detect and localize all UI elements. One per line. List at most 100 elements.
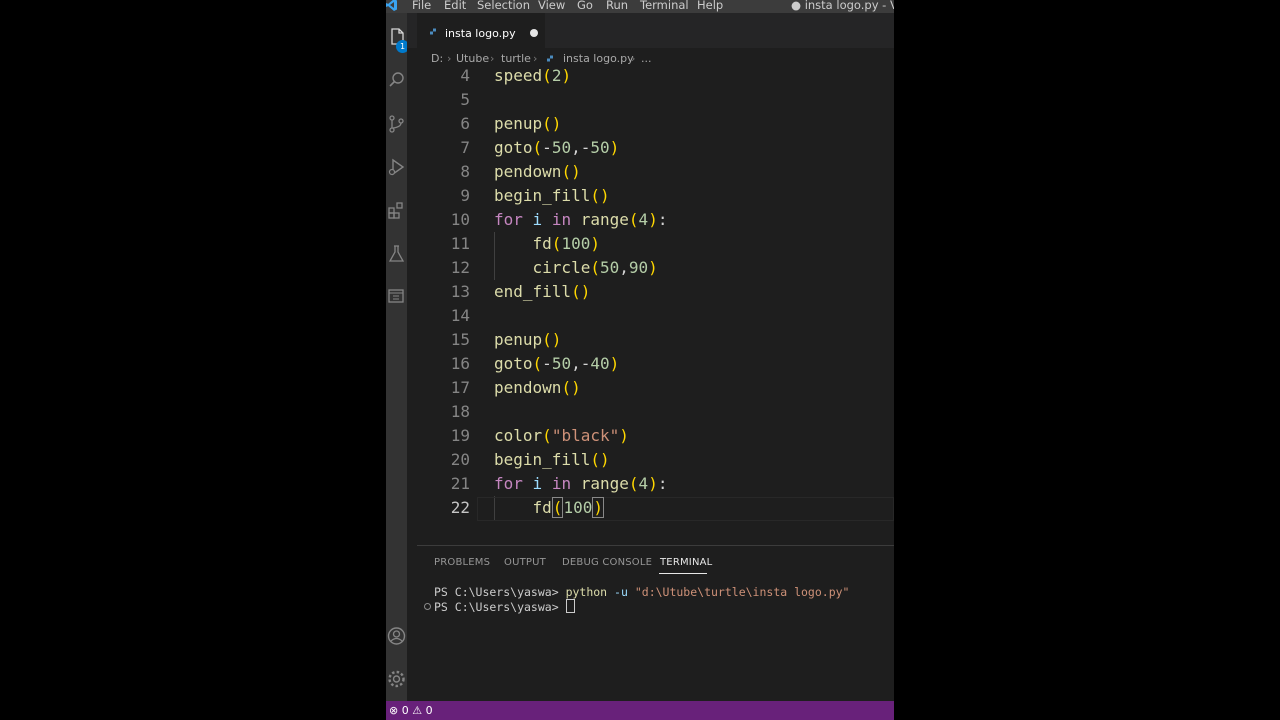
terminal-prompt: PS C:\Users\yaswa> (434, 600, 566, 614)
code-line: 10 for i in range(4): (407, 208, 894, 232)
warning-icon: ⚠ (412, 704, 423, 717)
line-number: 14 (450, 306, 470, 325)
line-number: 20 (450, 450, 470, 469)
line-number: 13 (450, 282, 470, 301)
code-text: pendown() (494, 162, 581, 181)
line-number: 21 (450, 474, 470, 493)
code-text: circle(50,90) (532, 258, 658, 277)
command-decoration-icon[interactable] (424, 603, 431, 610)
unsaved-dot-icon[interactable] (530, 29, 538, 37)
code-line: 21 for i in range(4): (407, 472, 894, 496)
menu-view[interactable]: View (538, 0, 565, 12)
line-number: 7 (460, 138, 470, 157)
python-file-icon (547, 55, 553, 62)
code-text: for i in range(4): (494, 210, 668, 229)
code-line: 12 circle(50,90) (407, 256, 894, 280)
code-text: speed(2) (494, 66, 572, 85)
code-line: 15 penup() (407, 328, 894, 352)
code-line: 14 (407, 304, 894, 328)
line-number: 6 (460, 114, 470, 133)
code-text: goto(-50,-40) (494, 354, 620, 373)
remote-explorer-icon[interactable] (386, 285, 407, 309)
active-tab-indicator (659, 573, 707, 574)
files-icon[interactable]: 1 (386, 26, 409, 53)
search-icon[interactable] (386, 69, 407, 93)
terminal-arg: "d:\Utube\turtle\insta logo.py" (634, 585, 850, 599)
warning-count: 0 (425, 704, 433, 717)
menu-file[interactable]: File (412, 0, 431, 12)
code-line: 5 (407, 88, 894, 112)
line-number: 10 (450, 210, 470, 229)
menu-help[interactable]: Help (697, 0, 723, 12)
error-count: 0 (401, 704, 409, 717)
terminal-line: PS C:\Users\yaswa> python -u "d:\Utube\t… (434, 585, 849, 599)
line-number: 11 (450, 234, 470, 253)
code-line: 18 (407, 400, 894, 424)
code-line: 13 end_fill() (407, 280, 894, 304)
error-icon: ⊗ (389, 704, 399, 717)
line-number: 9 (460, 186, 470, 205)
terminal-line[interactable]: PS C:\Users\yaswa> (434, 599, 575, 614)
manage-gear-icon[interactable] (386, 668, 407, 692)
line-number: 5 (460, 90, 470, 109)
menu-terminal[interactable]: Terminal (640, 0, 689, 12)
line-number: 18 (450, 402, 470, 421)
menu-selection[interactable]: Selection (477, 0, 530, 12)
terminal-command: python (565, 585, 608, 599)
code-line: 4 speed(2) (407, 64, 894, 88)
line-number: 15 (450, 330, 470, 349)
menu-run[interactable]: Run (606, 0, 628, 12)
code-text: for i in range(4): (494, 474, 668, 493)
menu-edit[interactable]: Edit (444, 0, 466, 12)
problems-status[interactable]: ⊗ 0 ⚠ 0 (389, 704, 433, 717)
terminal-flag: -u (614, 585, 628, 599)
line-number: 17 (450, 378, 470, 397)
tab-terminal[interactable]: TERMINAL (660, 557, 712, 568)
code-text: penup() (494, 330, 562, 349)
editor-tab-bar: insta logo.py (407, 13, 894, 48)
vscode-window: File Edit Selection View Go Run Terminal… (386, 0, 894, 720)
line-number: 22 (450, 498, 470, 517)
tab-label: insta logo.py (445, 27, 516, 40)
code-text: begin_fill() (494, 186, 610, 205)
line-number: 8 (460, 162, 470, 181)
code-text: color("black") (494, 426, 629, 445)
extensions-icon[interactable] (386, 200, 407, 224)
menu-go[interactable]: Go (577, 0, 593, 12)
activity-bar: 1 (386, 13, 409, 701)
account-icon[interactable] (386, 625, 407, 649)
code-line: 7 goto(-50,-50) (407, 136, 894, 160)
python-file-icon (430, 28, 436, 35)
code-text: goto(-50,-50) (494, 138, 620, 157)
terminal-prompt: PS C:\Users\yaswa> (434, 585, 566, 599)
line-number: 4 (460, 66, 470, 85)
code-line: 6 penup() (407, 112, 894, 136)
run-debug-icon[interactable] (386, 156, 407, 180)
code-line: 9 begin_fill() (407, 184, 894, 208)
window-title: ● insta logo.py - Visua (791, 0, 894, 12)
code-editor[interactable]: 4 speed(2) 5 6 penup() 7 goto(-50,-50) 8… (407, 64, 894, 534)
tab-problems[interactable]: PROBLEMS (434, 557, 490, 568)
code-text: fd(100) (532, 497, 604, 518)
tab-insta-logo[interactable]: insta logo.py (417, 13, 545, 48)
code-line-current: 22 fd(100) (407, 496, 894, 520)
code-text: end_fill() (494, 282, 591, 301)
source-control-icon[interactable] (386, 113, 407, 137)
code-line: 16 goto(-50,-40) (407, 352, 894, 376)
vscode-logo-icon (386, 0, 397, 11)
terminal-cursor (565, 599, 575, 613)
code-text: penup() (494, 114, 562, 133)
code-text: begin_fill() (494, 450, 610, 469)
testing-icon[interactable] (386, 243, 407, 267)
code-line: 11 fd(100) (407, 232, 894, 256)
menu-bar: File Edit Selection View Go Run Terminal… (386, 0, 894, 13)
tab-output[interactable]: OUTPUT (504, 557, 546, 568)
status-bar: ⊗ 0 ⚠ 0 (386, 701, 894, 720)
line-number: 19 (450, 426, 470, 445)
bottom-panel: PROBLEMS OUTPUT DEBUG CONSOLE TERMINAL P… (417, 545, 894, 702)
code-line: 20 begin_fill() (407, 448, 894, 472)
code-line: 19 color("black") (407, 424, 894, 448)
code-line: 8 pendown() (407, 160, 894, 184)
code-text: fd(100) (532, 234, 600, 253)
tab-debug-console[interactable]: DEBUG CONSOLE (562, 557, 652, 568)
